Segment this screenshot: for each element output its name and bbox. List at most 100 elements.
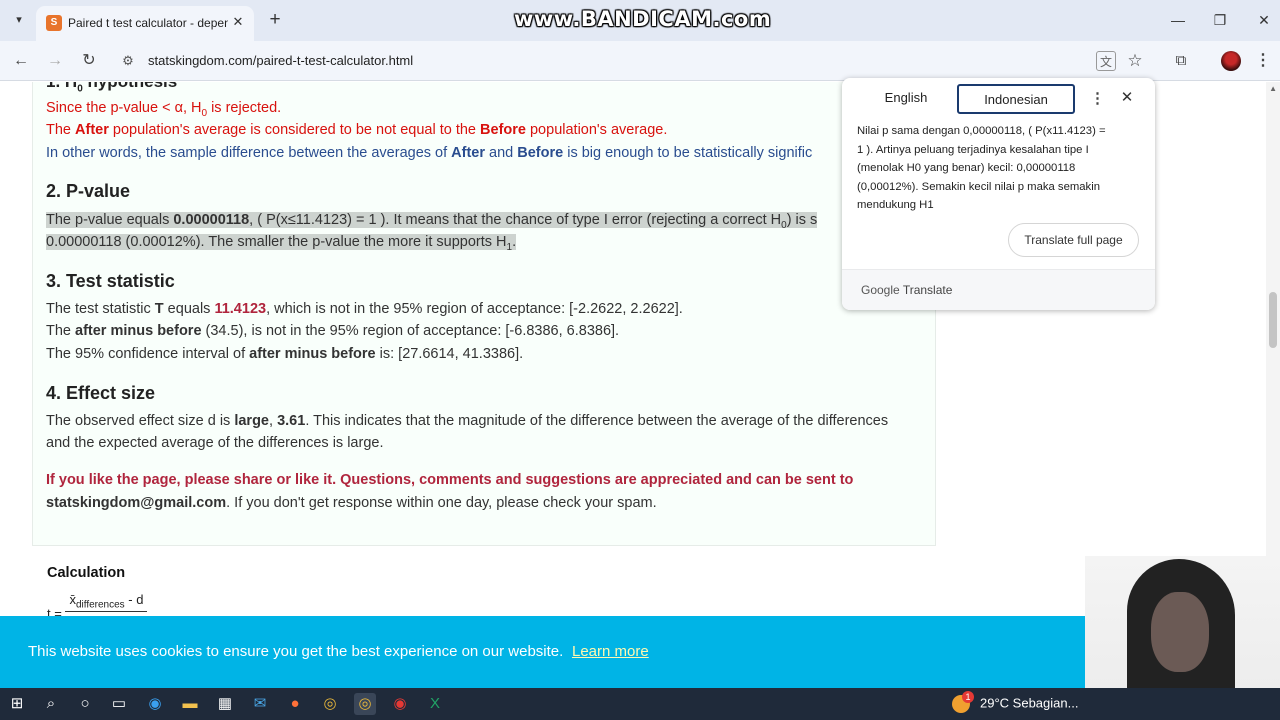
webcam-face bbox=[1151, 592, 1209, 672]
t-label: T bbox=[154, 301, 164, 317]
text: is big enough to be statistically signif… bbox=[563, 145, 813, 161]
tab-indonesian[interactable]: Indonesian bbox=[957, 84, 1075, 114]
text: population's average is considered to be… bbox=[108, 122, 481, 138]
new-tab-plus-icon[interactable]: + bbox=[264, 10, 286, 32]
text: , ( P(x≤11.4123) = 1 ). It means that th… bbox=[249, 212, 782, 228]
bandicam-icon[interactable]: ◉ bbox=[389, 693, 411, 715]
after-minus-before-label: after minus before bbox=[249, 346, 376, 362]
highlighted-text[interactable]: The p-value equals 0.00000118, ( P(x≤11.… bbox=[46, 212, 818, 231]
browser-nav-bar: ← → ↻ ⚙ statskingdom.com/paired-t-test-c… bbox=[0, 41, 1280, 81]
pvalue-line-2: 0.00000118 (0.00012%). The smaller the p… bbox=[46, 234, 517, 253]
text: The bbox=[46, 323, 76, 339]
h0-text: Since the p-value < α, H bbox=[46, 100, 202, 116]
task-view-icon[interactable]: ▭ bbox=[108, 693, 130, 715]
tune-icon[interactable]: ⚙ bbox=[120, 53, 136, 69]
kebab-menu-icon[interactable]: ⋮ bbox=[1090, 90, 1105, 108]
chevron-down-icon[interactable]: ▾ bbox=[8, 9, 30, 31]
restore-icon[interactable]: ❐ bbox=[1208, 10, 1232, 30]
translate-full-page-button[interactable]: Translate full page bbox=[1008, 223, 1139, 257]
cookie-message: This website uses cookies to ensure you … bbox=[28, 643, 564, 660]
store-icon[interactable]: ▦ bbox=[214, 693, 236, 715]
site-favicon-icon: S bbox=[46, 15, 62, 31]
minimize-icon[interactable]: — bbox=[1166, 10, 1190, 30]
scroll-up-icon[interactable]: ▲ bbox=[1269, 84, 1277, 93]
webcam-overlay bbox=[1085, 556, 1280, 706]
translate-popup: English Indonesian ⋮ ✕ Nilai p sama deng… bbox=[842, 78, 1155, 310]
address-bar[interactable]: ⚙ statskingdom.com/paired-t-test-calcula… bbox=[110, 46, 1156, 76]
weather-badge: 1 bbox=[962, 691, 974, 703]
after-label: After bbox=[75, 122, 109, 138]
share-request: If you like the page, please share or li… bbox=[46, 472, 854, 488]
test-statistic-heading: 3. Test statistic bbox=[46, 271, 175, 291]
firefox-icon[interactable]: ● bbox=[284, 693, 306, 715]
chrome-icon[interactable]: ◎ bbox=[319, 693, 341, 715]
calculation-heading: Calculation bbox=[47, 565, 126, 581]
highlighted-text[interactable]: 0.00000118 (0.00012%). The smaller the p… bbox=[46, 234, 517, 253]
window-close-icon[interactable]: ✕ bbox=[1252, 10, 1276, 30]
pvalue-heading: 2. P-value bbox=[46, 181, 131, 201]
pvalue-line-1: The p-value equals 0.00000118, ( P(x≤11.… bbox=[46, 212, 818, 231]
windows-start-icon[interactable]: ⊞ bbox=[6, 693, 28, 715]
arrow-right-icon[interactable]: → bbox=[44, 50, 66, 72]
text: population's average. bbox=[525, 122, 668, 138]
text: , bbox=[269, 413, 278, 429]
excel-icon[interactable]: X bbox=[424, 693, 446, 715]
before-label: Before bbox=[517, 145, 564, 161]
puzzle-icon[interactable]: ⧉ bbox=[1170, 50, 1192, 72]
arrow-left-icon[interactable]: ← bbox=[10, 50, 32, 72]
t-value: 11.4123 bbox=[214, 301, 267, 317]
cortana-icon[interactable]: ○ bbox=[74, 693, 96, 715]
url-text[interactable]: statskingdom.com/paired-t-test-calculato… bbox=[148, 53, 413, 68]
kebab-menu-icon[interactable]: ⋮ bbox=[1255, 50, 1271, 72]
h0-rejected-line: Since the p-value < α, H0 is rejected. bbox=[46, 100, 281, 119]
translated-text: Nilai p sama dengan 0,00000118, ( P(x11.… bbox=[857, 125, 1106, 211]
text: is: [27.6614, 41.3386]. bbox=[375, 346, 524, 362]
weather-desc: Sebagian... bbox=[1012, 695, 1079, 711]
search-icon[interactable]: ⌕ bbox=[40, 693, 62, 715]
text: The observed effect size d is bbox=[46, 413, 235, 429]
recording-watermark: www.BANDICAM.com bbox=[514, 7, 772, 31]
text: The test statistic bbox=[46, 301, 155, 317]
scrollbar-thumb[interactable] bbox=[1269, 292, 1277, 348]
close-icon[interactable]: ✕ bbox=[230, 14, 246, 30]
popup-footer: Google Translate bbox=[842, 269, 1155, 310]
learn-more-link[interactable]: Learn more bbox=[572, 643, 649, 660]
test-statistic-line-3: The 95% confidence interval of after min… bbox=[46, 346, 523, 362]
text: In other words, the sample difference be… bbox=[46, 145, 452, 161]
mail-icon[interactable]: ✉ bbox=[249, 693, 271, 715]
tab-english[interactable]: English bbox=[847, 84, 965, 114]
file-explorer-icon[interactable]: ▬ bbox=[179, 693, 201, 715]
text: , which is not in the 95% region of acce… bbox=[266, 301, 683, 317]
cookie-banner: This website uses cookies to ensure you … bbox=[0, 616, 1085, 688]
text: The bbox=[46, 122, 76, 138]
effect-size-line-2: and the expected average of the differen… bbox=[46, 435, 384, 451]
formula-numerator: x̄differences - d bbox=[65, 592, 148, 612]
star-icon[interactable]: ☆ bbox=[1124, 50, 1146, 72]
test-statistic-line-1: The test statistic T equals 11.4123, whi… bbox=[46, 301, 683, 317]
effect-size-value: 3.61 bbox=[277, 413, 306, 429]
effect-size-label: large bbox=[234, 413, 270, 429]
h0-text-end: is rejected. bbox=[207, 100, 282, 116]
chrome-active-icon[interactable]: ◎ bbox=[354, 693, 376, 715]
translate-icon[interactable]: 文 bbox=[1096, 51, 1116, 71]
google-translate-logo: Google Translate bbox=[861, 283, 952, 297]
close-icon[interactable]: ✕ bbox=[1118, 89, 1136, 107]
browser-tab[interactable]: S Paired t test calculator - depend ✕ bbox=[36, 6, 254, 41]
text: The 95% confidence interval of bbox=[46, 346, 250, 362]
text: . If you don't get response within one d… bbox=[226, 495, 657, 511]
browser-tab-bar: ▾ S Paired t test calculator - depend ✕ … bbox=[0, 0, 1280, 41]
clipped-heading: 1. H0 hypothesis bbox=[46, 82, 177, 95]
text: and bbox=[485, 145, 518, 161]
text: 0.00000118 (0.00012%). The smaller the p… bbox=[46, 234, 507, 250]
windows-taskbar: ⊞ ⌕ ○ ▭ ◉ ▬ ▦ ✉ ● ◎ ◎ ◉ X 29°C Sebagian.… bbox=[0, 688, 1280, 720]
after-minus-before-label: after minus before bbox=[75, 323, 202, 339]
reload-icon[interactable]: ↻ bbox=[78, 50, 100, 72]
text: ) is s bbox=[786, 212, 818, 228]
edge-icon[interactable]: ◉ bbox=[144, 693, 166, 715]
effect-size-line-1: The observed effect size d is large, 3.6… bbox=[46, 413, 888, 429]
contact-email[interactable]: statskingdom@gmail.com bbox=[46, 495, 226, 511]
share-email-line: statskingdom@gmail.com. If you don't get… bbox=[46, 495, 657, 511]
translate-word: Translate bbox=[899, 283, 953, 297]
profile-avatar[interactable] bbox=[1221, 51, 1241, 71]
before-label: Before bbox=[480, 122, 526, 138]
